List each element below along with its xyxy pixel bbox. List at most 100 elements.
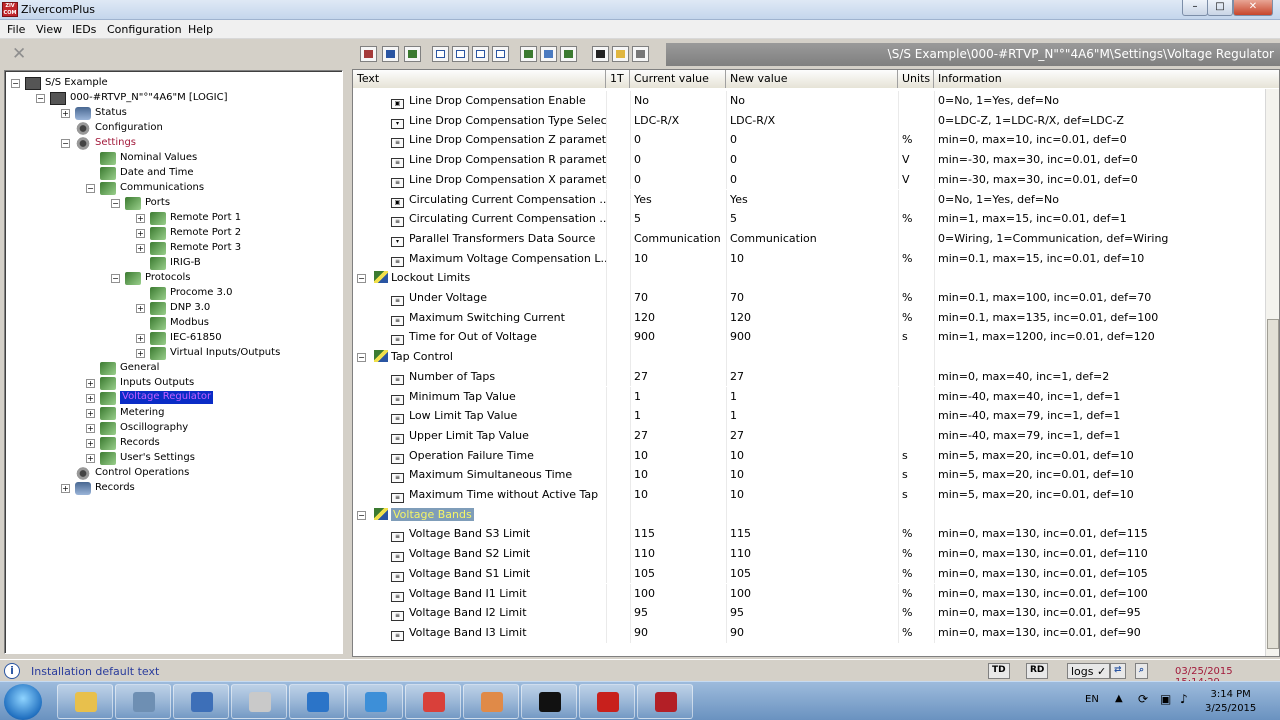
collapse-icon[interactable]: − bbox=[11, 79, 20, 88]
tree-node[interactable]: General bbox=[5, 361, 340, 376]
new-value-cell[interactable]: Communication bbox=[726, 229, 898, 249]
tools-app[interactable] bbox=[231, 684, 287, 719]
collapse-icon[interactable]: − bbox=[61, 139, 70, 148]
tree-grid-icon[interactable] bbox=[540, 46, 557, 62]
calculator-app[interactable] bbox=[115, 684, 171, 719]
tree-node[interactable]: + Remote Port 1 bbox=[5, 211, 340, 226]
setting-row[interactable]: ≡ Voltage Band I2 Limit 95 95% min=0, max=13… bbox=[353, 603, 1267, 623]
import-icon[interactable] bbox=[382, 46, 399, 62]
new-value-cell[interactable]: 115 bbox=[726, 524, 898, 544]
setting-row[interactable]: ≡ Maximum Switching Current 120 120% min=0.1… bbox=[353, 307, 1267, 328]
tree-node[interactable]: + Remote Port 2 bbox=[5, 226, 340, 241]
setting-row[interactable]: ≡ Line Drop Compensation X parameter 0 0 Vmi… bbox=[353, 169, 1267, 190]
tree-node[interactable]: Configuration bbox=[5, 121, 340, 136]
tree-node[interactable]: + Oscillography bbox=[5, 421, 340, 436]
tree-node[interactable]: Date and Time bbox=[5, 166, 340, 181]
tree-node[interactable]: − S/S Example bbox=[5, 76, 340, 91]
layout-icon[interactable] bbox=[360, 46, 377, 62]
paint-app[interactable] bbox=[463, 684, 519, 719]
collapse-icon[interactable]: − bbox=[357, 274, 366, 284]
new-value-cell[interactable]: 10 bbox=[726, 485, 898, 505]
maximize-button[interactable]: □ bbox=[1207, 0, 1233, 16]
expand-icon[interactable]: + bbox=[136, 214, 145, 223]
expand-icon[interactable]: + bbox=[136, 229, 145, 238]
setting-row[interactable]: ≡ Voltage Band I1 Limit 100 100% min=0, max=… bbox=[353, 583, 1267, 604]
setting-row[interactable]: ≡ Line Drop Compensation Z parameter 0 0% mi… bbox=[353, 130, 1267, 151]
expand-icon[interactable]: + bbox=[86, 424, 95, 433]
expand-icon[interactable]: + bbox=[136, 304, 145, 313]
chrome-app[interactable] bbox=[405, 684, 461, 719]
clock[interactable]: 3:14 PM 3/25/2015 bbox=[1205, 688, 1256, 716]
collapse-icon[interactable]: − bbox=[357, 510, 366, 520]
save-icon[interactable] bbox=[592, 46, 609, 62]
doc3-icon[interactable] bbox=[472, 46, 489, 62]
tree-node[interactable]: + IEC-61850 bbox=[5, 331, 340, 346]
expand-icon[interactable]: + bbox=[86, 439, 95, 448]
new-value-cell[interactable]: 90 bbox=[726, 623, 898, 643]
volume-icon[interactable]: ♪ bbox=[1180, 692, 1188, 706]
setting-row[interactable]: ≡ Minimum Tap Value 1 1 min=-40, max=40, inc… bbox=[353, 386, 1267, 407]
new-value-cell[interactable]: 0 bbox=[726, 130, 898, 150]
new-value-cell[interactable]: 27 bbox=[726, 426, 898, 446]
tree-node[interactable]: − Protocols bbox=[5, 271, 340, 286]
tree-node[interactable]: + Metering bbox=[5, 406, 340, 421]
new-value-cell[interactable]: 120 bbox=[726, 308, 898, 328]
setting-row[interactable]: ≡ Maximum Voltage Compensation L... 10 10% m… bbox=[353, 248, 1267, 269]
menu-help[interactable]: Help bbox=[188, 23, 213, 36]
network-tray-icon[interactable]: ▣ bbox=[1160, 692, 1171, 706]
expand-icon[interactable]: + bbox=[136, 244, 145, 253]
tree-node[interactable]: + Records bbox=[5, 481, 340, 496]
group-row[interactable]: − Tap Control bbox=[353, 347, 1267, 367]
setting-row[interactable]: ≡ Upper Limit Tap Value 27 27 min=-40, max=7… bbox=[353, 425, 1267, 446]
new-value-cell[interactable]: 105 bbox=[726, 564, 898, 584]
group-row[interactable]: − Voltage Bands bbox=[353, 504, 1267, 525]
new-value-cell[interactable]: Yes bbox=[726, 190, 898, 210]
setting-row[interactable]: ▾ Parallel Transformers Data Source Commun… bbox=[353, 228, 1267, 249]
expand-icon[interactable]: + bbox=[86, 379, 95, 388]
col-information[interactable]: Information bbox=[934, 70, 1279, 88]
new-value-cell[interactable]: 27 bbox=[726, 367, 898, 387]
tree-node[interactable]: + Virtual Inputs/Outputs bbox=[5, 346, 340, 361]
new-value-cell[interactable]: 1 bbox=[726, 387, 898, 407]
start-button[interactable] bbox=[4, 684, 42, 720]
tray-arrow-icon[interactable]: ▲ bbox=[1115, 693, 1123, 704]
new-value-cell[interactable]: LDC-R/X bbox=[726, 111, 898, 131]
tree-node[interactable]: + Status bbox=[5, 106, 340, 121]
logs-button[interactable]: logs ✓ bbox=[1067, 663, 1111, 679]
print-icon[interactable] bbox=[632, 46, 649, 62]
doc4-icon[interactable] bbox=[492, 46, 509, 62]
tray-sync-icon[interactable]: ⟳ bbox=[1138, 692, 1148, 706]
network-app[interactable] bbox=[173, 684, 229, 719]
grid-scrollbar[interactable] bbox=[1265, 89, 1279, 656]
col-current-value[interactable]: Current value bbox=[630, 70, 726, 88]
expand-icon[interactable]: + bbox=[86, 409, 95, 418]
new-value-cell[interactable]: 70 bbox=[726, 288, 898, 308]
lync-app[interactable] bbox=[289, 684, 345, 719]
tree-node[interactable]: Modbus bbox=[5, 316, 340, 331]
tree-node[interactable]: + Inputs Outputs bbox=[5, 376, 340, 391]
new-value-cell[interactable]: No bbox=[726, 91, 898, 111]
setting-row[interactable]: ≡ Maximum Time without Active Tap 10 10 s min… bbox=[353, 485, 1267, 505]
setting-row[interactable]: ▣ Circulating Current Compensation ... Yes… bbox=[353, 189, 1267, 210]
new-value-cell[interactable]: 0 bbox=[726, 150, 898, 170]
language-indicator[interactable]: EN bbox=[1085, 694, 1099, 705]
expand-icon[interactable]: + bbox=[61, 484, 70, 493]
col-new-value[interactable]: New value bbox=[726, 70, 898, 88]
group-row[interactable]: − Lockout Limits bbox=[353, 268, 1267, 288]
tree-expand-icon[interactable] bbox=[520, 46, 537, 62]
tree-node[interactable]: Procome 3.0 bbox=[5, 286, 340, 301]
setting-row[interactable]: ≡ Line Drop Compensation R parameter 0 0 Vmi… bbox=[353, 150, 1267, 170]
col-text[interactable]: Text bbox=[353, 70, 606, 88]
tree-node[interactable]: + Records bbox=[5, 436, 340, 451]
setting-row[interactable]: ≡ Low Limit Tap Value 1 1 min=-40, max=79, i… bbox=[353, 406, 1267, 426]
new-value-cell[interactable]: 10 bbox=[726, 446, 898, 466]
new-value-cell[interactable]: 0 bbox=[726, 170, 898, 190]
collapse-icon[interactable]: − bbox=[357, 353, 366, 363]
export-icon[interactable] bbox=[404, 46, 421, 62]
expand-icon[interactable]: + bbox=[86, 454, 95, 463]
setting-row[interactable]: ≡ Time for Out of Voltage 900 900 s min=1, ma… bbox=[353, 327, 1267, 348]
doc2-icon[interactable] bbox=[452, 46, 469, 62]
tree-collapse-icon[interactable] bbox=[560, 46, 577, 62]
open-folder-icon[interactable] bbox=[612, 46, 629, 62]
new-value-cell[interactable]: 100 bbox=[726, 584, 898, 604]
